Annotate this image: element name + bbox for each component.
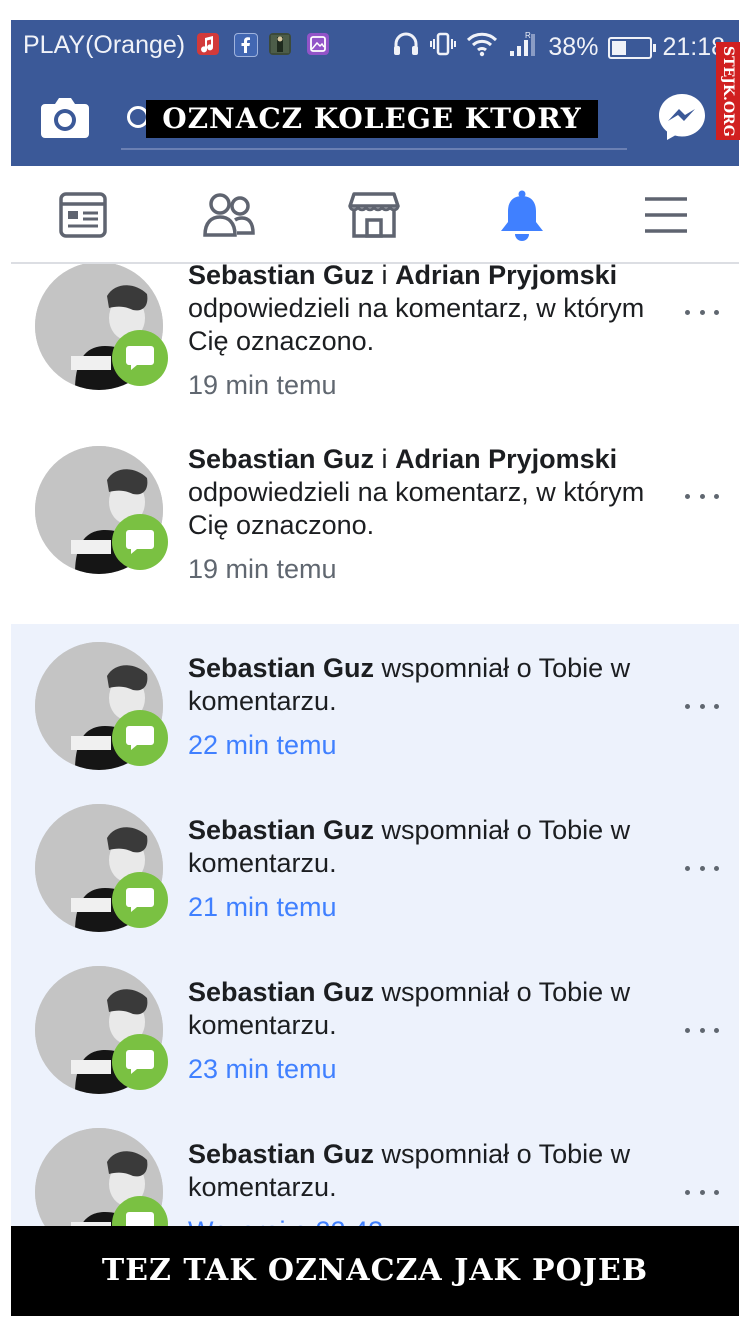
comment-badge-icon [112, 710, 168, 766]
notification-time: 21 min temu [188, 892, 337, 922]
status-icons: R 38% 21:18 [392, 31, 725, 64]
tab-friends[interactable] [202, 188, 256, 242]
dot-icon [714, 865, 719, 871]
music-app-icon [197, 33, 219, 55]
actor-name: Sebastian Guz [188, 444, 375, 474]
dot-icon [714, 1189, 719, 1195]
notification-time: 23 min temu [188, 1054, 337, 1084]
camera-icon [41, 98, 89, 138]
actor-name: Adrian Pryjomski [395, 444, 618, 474]
notification-item[interactable]: Sebastian Guz wspomniał o Tobie w koment… [11, 786, 739, 948]
notification-text: Sebastian Guz wspomniał o Tobie w koment… [188, 976, 648, 1042]
status-bar: PLAY(Orange) R 38% 21:18 [11, 20, 739, 68]
conjunction: i [374, 444, 396, 474]
carrier-name: PLAY(Orange) [23, 31, 186, 59]
tab-marketplace[interactable] [347, 188, 401, 242]
facebook-app-icon [234, 33, 258, 57]
conjunction: i [374, 264, 396, 290]
headphones-icon [392, 31, 420, 64]
notification-item[interactable]: Sebastian Guz i Adrian Pryjomski odpowie… [11, 428, 739, 624]
camera-button[interactable] [39, 94, 91, 140]
more-options-button[interactable] [685, 696, 719, 716]
actor-name: Adrian Pryjomski [395, 264, 618, 290]
battery-level [612, 40, 627, 55]
comment-badge-icon [112, 1034, 168, 1090]
notification-message: odpowiedzieli na komentarz, w którym Cię… [188, 477, 645, 540]
dot-icon [685, 703, 690, 709]
dot-icon [685, 865, 690, 871]
dot-icon [714, 1027, 719, 1033]
dot-icon [714, 493, 719, 499]
dot-icon [699, 493, 705, 499]
dot-icon [685, 309, 690, 315]
dot-icon [714, 703, 719, 709]
friends-icon [203, 193, 255, 237]
notification-list: Sebastian Guz i Adrian Pryjomski odpowie… [11, 264, 739, 1264]
notification-time: 19 min temu [188, 370, 337, 400]
dot-icon [699, 865, 705, 871]
tab-news-feed[interactable] [56, 188, 110, 242]
signal-icon: R [508, 31, 538, 64]
battery-icon [608, 36, 657, 59]
dot-icon [699, 1189, 705, 1195]
svg-text:R: R [525, 31, 531, 40]
tab-bar [11, 166, 739, 264]
actor-name: Sebastian Guz [188, 977, 375, 1007]
actor-name: Sebastian Guz [188, 815, 375, 845]
dot-icon [699, 309, 705, 315]
more-options-button[interactable] [685, 1020, 719, 1040]
comment-badge-icon [112, 514, 168, 570]
notification-item[interactable]: Sebastian Guz i Adrian Pryjomski odpowie… [11, 264, 739, 428]
phone-screen: PLAY(Orange) R 38% 21:18 Sebastian Guz i… [11, 20, 739, 1316]
dot-icon [699, 1027, 705, 1033]
more-options-button[interactable] [685, 1182, 719, 1202]
notification-text: Sebastian Guz wspomniał o Tobie w koment… [188, 814, 648, 880]
tab-notifications[interactable] [495, 188, 549, 242]
dot-icon [685, 1027, 690, 1033]
actor-name: Sebastian Guz [188, 264, 375, 290]
notification-text: Sebastian Guz wspomniał o Tobie w koment… [188, 1138, 648, 1204]
watermark: STEJK.ORG [716, 42, 740, 140]
messenger-button[interactable] [657, 92, 707, 142]
bell-icon [501, 190, 543, 241]
notification-time: 19 min temu [188, 554, 337, 584]
hamburger-menu-icon [645, 197, 687, 233]
more-options-button[interactable] [685, 858, 719, 878]
news-feed-icon [59, 192, 107, 238]
wifi-icon [466, 31, 498, 64]
comment-badge-icon [112, 872, 168, 928]
tab-menu[interactable] [639, 188, 693, 242]
notification-item[interactable]: Sebastian Guz wspomniał o Tobie w koment… [11, 624, 739, 786]
messenger-icon [659, 94, 705, 140]
dot-icon [699, 703, 705, 709]
dot-icon [714, 309, 719, 315]
notification-time: 22 min temu [188, 730, 337, 760]
battery-percent: 38% [548, 33, 599, 61]
notification-text: Sebastian Guz wspomniał o Tobie w koment… [188, 652, 648, 718]
notification-text: Sebastian Guz i Adrian Pryjomski odpowie… [188, 264, 648, 358]
actor-name: Sebastian Guz [188, 1139, 375, 1169]
more-options-button[interactable] [685, 302, 719, 322]
marketplace-icon [348, 192, 400, 238]
comment-badge-icon [112, 330, 168, 386]
meme-caption-bottom: TEZ TAK OZNACZA JAK POJEB [11, 1226, 739, 1316]
photo-thumbnail-icon [269, 33, 291, 55]
dot-icon [685, 493, 690, 499]
dot-icon [685, 1189, 690, 1195]
gallery-app-icon [307, 33, 329, 55]
meme-caption-top: OZNACZ KOLEGE KTORY [146, 100, 598, 138]
notification-item[interactable]: Sebastian Guz wspomniał o Tobie w koment… [11, 948, 739, 1110]
actor-name: Sebastian Guz [188, 653, 375, 683]
vibrate-icon [430, 31, 457, 64]
more-options-button[interactable] [685, 486, 719, 506]
notification-message: odpowiedzieli na komentarz, w którym Cię… [188, 293, 645, 356]
notification-text: Sebastian Guz i Adrian Pryjomski odpowie… [188, 443, 648, 542]
